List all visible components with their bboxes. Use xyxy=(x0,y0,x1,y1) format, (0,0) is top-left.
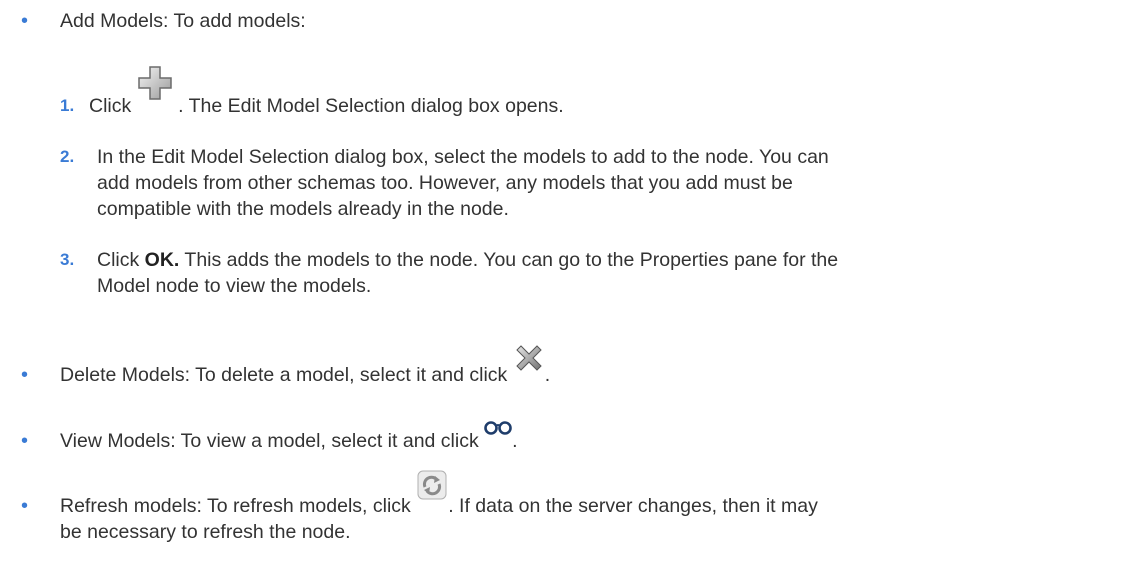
bullet-marker: • xyxy=(21,10,29,32)
step-number: 3. xyxy=(60,250,75,269)
step-1-after-icon: . The Edit Model Selection dialog box op… xyxy=(178,95,564,117)
step-number: 2. xyxy=(60,147,75,166)
step-number: 1. xyxy=(60,96,75,115)
view-before-icon: View Models: To view a model, select it … xyxy=(60,430,485,452)
refresh-models-line-1: Refresh models: To refresh models, click… xyxy=(60,470,818,519)
step-3-line-1: Click OK. This adds the models to the no… xyxy=(97,247,838,273)
ok-label: OK. xyxy=(144,249,180,271)
step-3-rest: This adds the models to the node. You ca… xyxy=(179,249,839,271)
step-1-text: Click . The Edit Model Selection dialog … xyxy=(89,66,564,119)
bullet-marker: • xyxy=(21,495,29,517)
step-2-line-2: add models from other schemas too. Howev… xyxy=(97,172,793,194)
refresh-after-icon: . If data on the server changes, then it… xyxy=(448,495,818,517)
refresh-models-line-2: be necessary to refresh the node. xyxy=(60,521,351,543)
delete-models-text: Delete Models: To delete a model, select… xyxy=(60,345,551,388)
step-3-line-2: Model node to view the models. xyxy=(97,275,372,297)
refresh-icon xyxy=(416,470,448,519)
add-icon xyxy=(137,66,173,119)
refresh-before-icon: Refresh models: To refresh models, click xyxy=(60,495,417,517)
delete-before-icon: Delete Models: To delete a model, select… xyxy=(60,364,513,386)
add-models-lead: Add Models: To add models: xyxy=(60,10,306,32)
view-glasses-icon xyxy=(484,421,512,454)
step-1-before-icon: Click xyxy=(89,95,137,117)
view-after-icon: . xyxy=(512,430,518,452)
step-2-line-1: In the Edit Model Selection dialog box, … xyxy=(97,146,829,168)
view-models-text: View Models: To view a model, select it … xyxy=(60,421,518,454)
step-3-before-bold: Click xyxy=(97,249,145,271)
delete-after-icon: . xyxy=(544,364,551,386)
delete-icon xyxy=(513,345,545,388)
bullet-marker: • xyxy=(21,364,29,386)
step-2-line-3: compatible with the models already in th… xyxy=(97,198,509,220)
bullet-marker: • xyxy=(21,430,29,452)
